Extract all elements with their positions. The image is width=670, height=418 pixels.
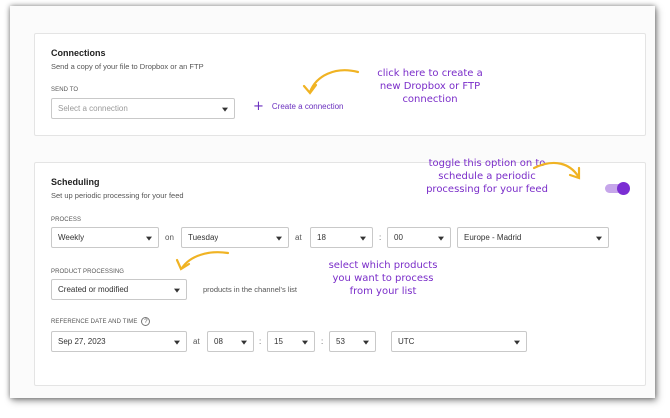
curved-arrow-icon	[532, 161, 580, 178]
curved-arrow-icon	[302, 83, 318, 95]
settings-panel: Connections Send a copy of your file to …	[10, 6, 655, 398]
annotation-arrows	[175, 69, 581, 271]
curved-arrow-icon	[180, 251, 230, 270]
curved-arrow-icon	[308, 69, 360, 94]
